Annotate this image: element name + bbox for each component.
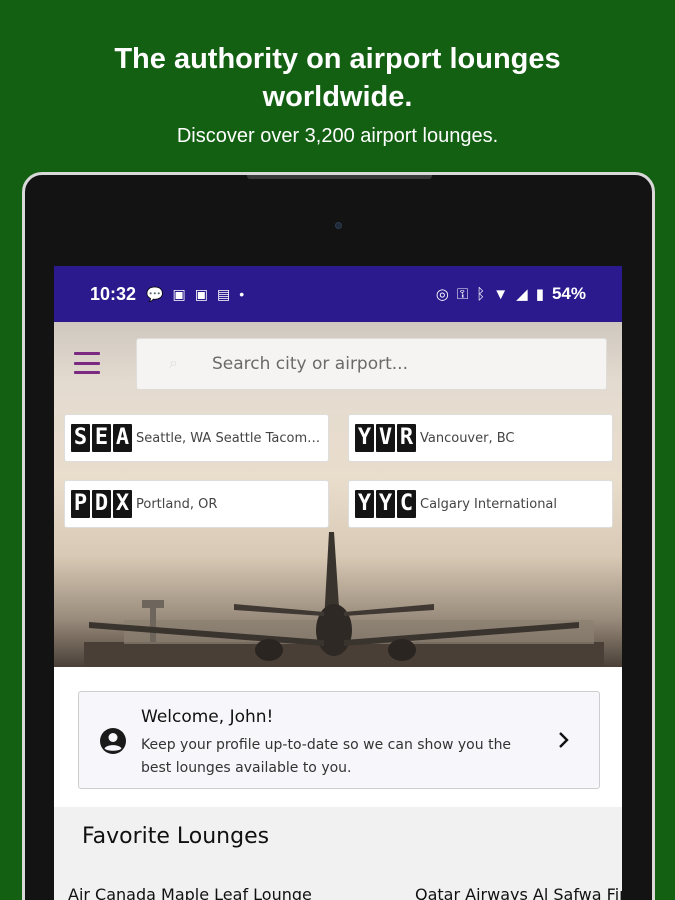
airport-name: Seattle, WA Seattle Tacoma International xyxy=(136,430,328,446)
hero-banner: ⌕ SEA Seattle, WA Seattle Tacoma Interna… xyxy=(54,322,622,667)
camera-icon xyxy=(335,222,342,229)
battery-percent: 54% xyxy=(551,284,586,303)
promo-subtitle: Discover over 3,200 airport lounges. xyxy=(176,125,499,147)
gmail-icon: ▤ xyxy=(216,285,231,302)
airport-code: PDX xyxy=(71,490,132,518)
outlook-icon-2: ▣ xyxy=(194,285,208,302)
chevron-right-icon xyxy=(559,732,569,748)
chat-icon: 💬 xyxy=(146,285,164,302)
favorite-lounge-item[interactable]: Air Canada Maple Leaf Lounge xyxy=(68,885,312,900)
outlook-icon: ▣ xyxy=(172,285,186,302)
main-content: Welcome, John! Keep your profile up-to-d… xyxy=(54,667,622,900)
status-time: 10:32 xyxy=(90,283,137,304)
airport-card-sea[interactable]: SEA Seattle, WA Seattle Tacoma Internati… xyxy=(64,414,329,462)
airport-code: YVR xyxy=(355,424,416,452)
airport-code: SEA xyxy=(71,424,132,452)
location-icon: ◎ xyxy=(435,286,449,303)
vpn-key-icon: ⚿ xyxy=(456,285,469,303)
signal-icon: ◢ xyxy=(516,286,528,303)
welcome-title: Welcome, John! xyxy=(141,707,274,727)
airport-name: Vancouver, BC xyxy=(420,430,515,446)
favorite-lounges-heading: Favorite Lounges xyxy=(82,824,270,849)
search-input[interactable] xyxy=(212,354,592,374)
airport-code: YYC xyxy=(355,490,416,518)
search-icon: ⌕ xyxy=(169,355,178,372)
airport-card-yyc[interactable]: YYC Calgary International xyxy=(348,480,613,528)
menu-icon[interactable] xyxy=(74,352,100,374)
airport-name: Calgary International xyxy=(420,496,558,512)
search-bar[interactable]: ⌕ xyxy=(136,338,607,390)
bluetooth-icon: ᛒ xyxy=(476,285,486,303)
promo-title: The authority on airport lounges worldwi… xyxy=(114,43,561,113)
airport-card-yvr[interactable]: YVR Vancouver, BC xyxy=(348,414,613,462)
battery-icon: ▮ xyxy=(535,286,544,303)
dot-icon: • xyxy=(239,286,245,302)
account-circle-icon xyxy=(100,728,126,754)
status-bar: 10:32 💬 ▣ ▣ ▤ • ◎ ⚿ ᛒ ▼ ◢ ▮ 54% xyxy=(54,266,622,322)
airport-name: Portland, OR xyxy=(136,496,218,512)
welcome-text: Keep your profile up-to-date so we can s… xyxy=(141,737,512,776)
wifi-icon: ▼ xyxy=(493,285,509,303)
welcome-card[interactable]: Welcome, John! Keep your profile up-to-d… xyxy=(78,691,600,789)
favorite-lounge-item[interactable]: Qatar Airways Al Safwa First Lounge xyxy=(415,885,622,900)
airplane-image xyxy=(84,532,604,667)
device-notch xyxy=(247,175,432,179)
app-screen: 10:32 💬 ▣ ▣ ▤ • ◎ ⚿ ᛒ ▼ ◢ ▮ 54% ⌕ Search… xyxy=(54,266,622,900)
airport-card-pdx[interactable]: PDX Portland, OR xyxy=(64,480,329,528)
